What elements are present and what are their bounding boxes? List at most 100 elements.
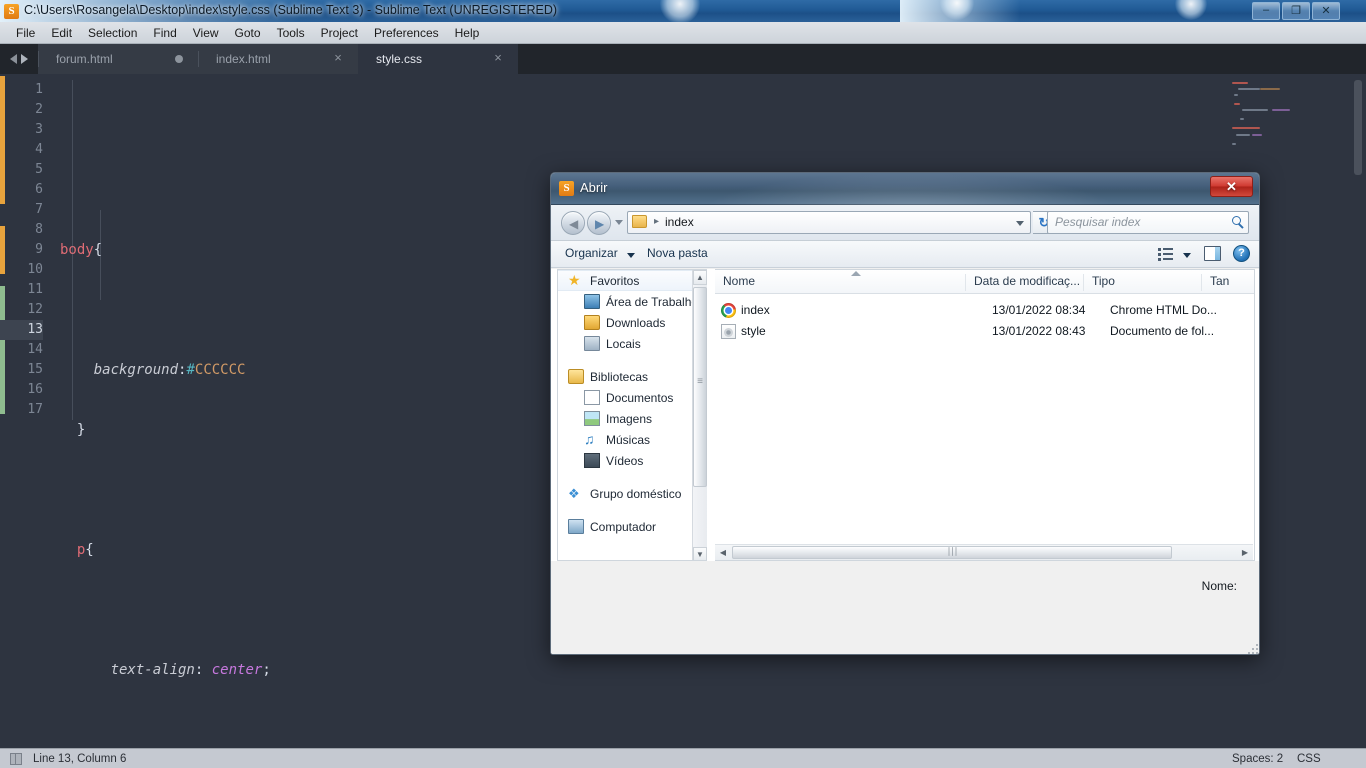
menu-item-help[interactable]: Help bbox=[447, 24, 488, 42]
line-number: 3 bbox=[35, 122, 43, 137]
file-row-index[interactable]: index 13/01/2022 08:34 Chrome HTML Do... bbox=[715, 300, 1254, 321]
nav-label: Músicas bbox=[606, 432, 651, 447]
breadcrumb-separator-icon: ▸ bbox=[654, 216, 660, 227]
nav-item-videos[interactable]: Vídeos bbox=[558, 450, 707, 471]
menu-item-preferences[interactable]: Preferences bbox=[366, 24, 447, 42]
minimap-scroll-thumb[interactable] bbox=[1354, 80, 1362, 175]
computer-icon bbox=[568, 519, 584, 534]
nav-item-documentos[interactable]: Documentos bbox=[558, 387, 707, 408]
window-titlebar[interactable]: S C:\Users\Rosangela\Desktop\index\style… bbox=[0, 0, 1366, 22]
address-bar[interactable]: ▸ index bbox=[627, 211, 1031, 234]
nav-group-grupo-domestico[interactable]: ❖ Grupo doméstico bbox=[558, 483, 707, 504]
recent-locations-chevron-icon[interactable] bbox=[615, 220, 623, 225]
dialog-titlebar[interactable]: S Abrir ✕ bbox=[551, 173, 1259, 205]
search-box[interactable]: Pesquisar index bbox=[1047, 211, 1249, 234]
file-name: style bbox=[741, 324, 766, 338]
resize-grip[interactable] bbox=[1246, 642, 1258, 654]
scroll-up-button[interactable]: ▲ bbox=[693, 270, 707, 285]
wallpaper-blur-blob bbox=[1175, 0, 1207, 20]
column-header-tamanho[interactable]: Tan bbox=[1201, 274, 1253, 291]
nova-pasta-button[interactable]: Nova pasta bbox=[647, 246, 708, 260]
tab-nav-arrows[interactable] bbox=[0, 44, 38, 74]
minimap-line bbox=[1252, 134, 1262, 136]
menu-item-edit[interactable]: Edit bbox=[43, 24, 80, 42]
scroll-right-button[interactable]: ▶ bbox=[1237, 545, 1253, 560]
minimize-button[interactable]: – bbox=[1252, 2, 1280, 20]
nav-item-musicas[interactable]: ♫ Músicas bbox=[558, 429, 707, 450]
file-type: Documento de fol... bbox=[1110, 324, 1215, 338]
horizontal-scroll-thumb[interactable] bbox=[732, 546, 1172, 559]
menu-item-view[interactable]: View bbox=[185, 24, 227, 42]
menu-item-project[interactable]: Project bbox=[313, 24, 366, 42]
tab-close-icon[interactable]: × bbox=[332, 51, 344, 64]
minimap-line bbox=[1236, 134, 1250, 136]
minimap-line bbox=[1242, 109, 1268, 111]
nav-label: Bibliotecas bbox=[590, 369, 649, 384]
back-arrow-icon: ◀ bbox=[569, 217, 579, 231]
sort-ascending-icon bbox=[851, 271, 861, 276]
column-header-nome[interactable]: Nome bbox=[715, 274, 965, 291]
nav-label: Downloads bbox=[606, 315, 666, 330]
tab-separator bbox=[38, 51, 39, 67]
close-button[interactable]: ✕ bbox=[1312, 2, 1340, 20]
back-button[interactable]: ◀ bbox=[561, 211, 585, 235]
tab-forum-html[interactable]: forum.html bbox=[38, 44, 198, 74]
homegroup-icon: ❖ bbox=[568, 486, 580, 501]
breadcrumb-path[interactable]: index bbox=[665, 215, 694, 229]
view-mode-chevron-down-icon[interactable] bbox=[1183, 253, 1191, 258]
scroll-left-button[interactable]: ◀ bbox=[715, 545, 731, 560]
file-row-style[interactable]: style 13/01/2022 08:43 Documento de fol.… bbox=[715, 321, 1254, 342]
maximize-button[interactable]: ❐ bbox=[1282, 2, 1310, 20]
tab-prev-arrow-icon[interactable] bbox=[10, 54, 17, 64]
address-chevron-down-icon[interactable] bbox=[1016, 221, 1024, 226]
organizar-menu-button[interactable]: Organizar bbox=[565, 246, 618, 260]
menu-item-tools[interactable]: Tools bbox=[269, 24, 313, 42]
view-mode-icon[interactable] bbox=[1158, 247, 1173, 262]
star-icon: ★ bbox=[568, 272, 581, 288]
nav-item-downloads[interactable]: Downloads bbox=[558, 312, 707, 333]
tab-index-html[interactable]: index.html × bbox=[198, 44, 358, 74]
column-header-data[interactable]: Data de modificaç... bbox=[965, 274, 1083, 291]
scroll-thumb[interactable] bbox=[693, 287, 707, 487]
code-line-9: text-align: center; bbox=[110, 662, 271, 678]
navigation-pane-scrollbar[interactable]: ▲ ▼ bbox=[692, 270, 707, 560]
menu-item-find[interactable]: Find bbox=[145, 24, 184, 42]
nav-item-locais[interactable]: Locais bbox=[558, 333, 707, 354]
file-date: 13/01/2022 08:43 bbox=[992, 324, 1086, 338]
menu-item-goto[interactable]: Goto bbox=[227, 24, 269, 42]
file-list-horizontal-scrollbar[interactable]: ◀ ▶ bbox=[715, 544, 1253, 560]
sidebar-toggle-icon[interactable] bbox=[10, 753, 22, 765]
file-list-pane[interactable]: Nome Data de modificaç... Tipo Tan index… bbox=[715, 269, 1255, 561]
preview-pane-icon[interactable] bbox=[1204, 246, 1221, 261]
forward-button[interactable]: ▶ bbox=[587, 211, 611, 235]
line-number: 8 bbox=[35, 222, 43, 237]
tab-style-css[interactable]: style.css × bbox=[358, 44, 518, 74]
scroll-down-button[interactable]: ▼ bbox=[693, 547, 707, 560]
line-number: 2 bbox=[35, 102, 43, 117]
tab-label: forum.html bbox=[56, 52, 113, 66]
open-file-dialog[interactable]: S Abrir ✕ ◀ ▶ ▸ index ↻ Pesquisar index … bbox=[550, 172, 1260, 655]
nav-group-computador[interactable]: Computador bbox=[558, 516, 707, 537]
menu-item-selection[interactable]: Selection bbox=[80, 24, 145, 42]
help-icon[interactable]: ? bbox=[1233, 245, 1250, 262]
line-number: 10 bbox=[27, 262, 43, 277]
tab-close-icon[interactable]: × bbox=[492, 51, 504, 64]
column-header-tipo[interactable]: Tipo bbox=[1083, 274, 1201, 291]
tab-next-arrow-icon[interactable] bbox=[21, 54, 28, 64]
menu-item-file[interactable]: File bbox=[8, 24, 43, 42]
nav-item-imagens[interactable]: Imagens bbox=[558, 408, 707, 429]
minimap-line bbox=[1234, 94, 1238, 96]
line-number: 6 bbox=[35, 182, 43, 197]
nav-item-area-de-trabalho[interactable]: Área de Trabalho bbox=[558, 291, 707, 312]
line-number: 5 bbox=[35, 162, 43, 177]
status-syntax[interactable]: CSS bbox=[1297, 753, 1321, 765]
navigation-pane[interactable]: ★ Favoritos Área de Trabalho Downloads L… bbox=[557, 269, 707, 561]
dialog-close-button[interactable]: ✕ bbox=[1210, 176, 1253, 197]
nav-group-bibliotecas[interactable]: Bibliotecas bbox=[558, 366, 707, 387]
nav-group-favoritos[interactable]: ★ Favoritos bbox=[558, 270, 707, 291]
dialog-title: Abrir bbox=[580, 180, 608, 195]
organizar-chevron-down-icon[interactable] bbox=[627, 253, 635, 258]
status-indentation[interactable]: Spaces: 2 bbox=[1232, 753, 1283, 765]
